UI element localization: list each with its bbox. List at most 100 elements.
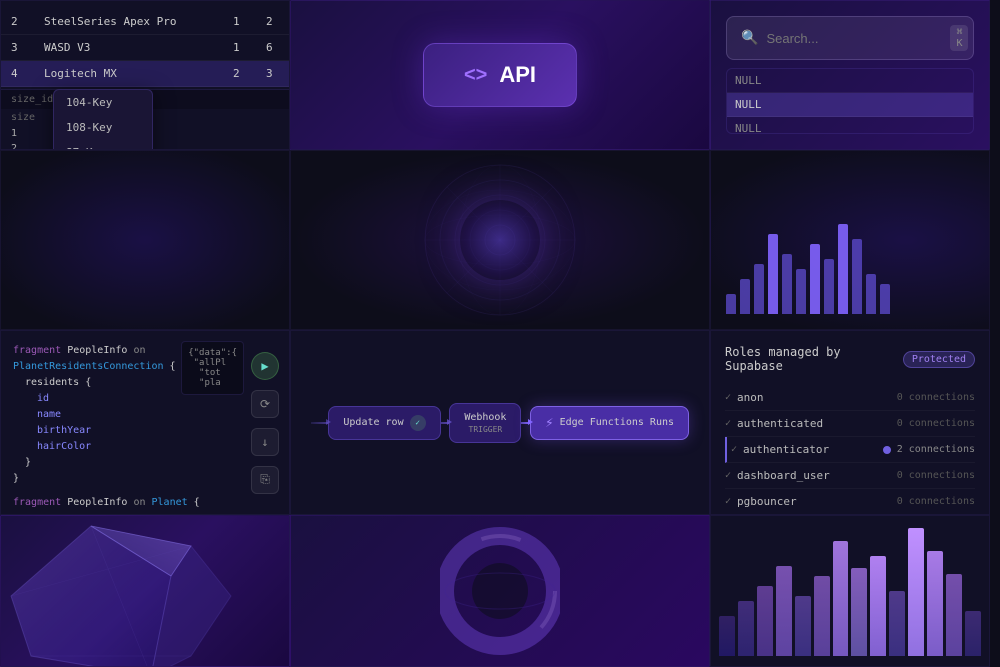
large-bar-4 [776,566,792,656]
role-row-authenticated[interactable]: ✓ authenticated 0 connections [725,411,975,437]
node-badge-check: ✓ [410,415,426,431]
role-check-authenticated: ✓ [725,418,731,429]
chart-bar-8 [824,259,834,314]
role-dot-authenticator [883,446,891,454]
code-line-7: } [13,455,227,471]
large-bar-1 [719,616,735,656]
null-table: NULL NULL NULL NULL... [726,68,974,134]
table-row[interactable]: 3 WASD V3 1 6 [1,35,289,61]
keyboard-table: 2 SteelSeries Apex Pro 1 2 3 WASD V3 1 6… [1,9,289,87]
large-bar-13 [946,574,962,656]
null-row-highlight: NULL [727,93,973,117]
dropdown-item-87[interactable]: 87-Key [54,140,152,150]
role-connections-anon: 0 connections [897,392,975,403]
role-name-authenticated: authenticated [737,417,823,430]
torus-svg [440,521,560,661]
roles-title: Roles managed by Supabase [725,345,893,373]
table-cell: 2 SteelSeries Apex Pro 1 2 3 WASD V3 1 6… [0,0,290,150]
chart-bar-9 [838,224,848,314]
pipeline-node-edge-label: Edge Functions Runs [560,417,674,428]
code-line-9: fragment PeopleInfo on Planet { [13,495,227,511]
bar-chart-cell [710,150,990,330]
pipeline-node-update[interactable]: Update row ✓ [328,406,440,440]
role-connections-authenticated: 0 connections [897,418,975,429]
role-row-anon[interactable]: ✓ anon 0 connections [725,385,975,411]
chart-bar-7 [810,244,820,314]
role-connections-pgbouncer: 0 connections [897,496,975,507]
large-bar-5 [795,596,811,656]
large-bar-7 [833,541,849,656]
sphere-container [420,160,580,320]
search-bar[interactable]: 🔍 ⌘ K [726,16,974,60]
code-toolbar: ▶ ⟳ ↓ ⎘ [251,352,279,494]
code-line-4: name [13,407,227,423]
role-check-anon: ✓ [725,392,731,403]
role-row-pgbouncer[interactable]: ✓ pgbouncer 0 connections [725,489,975,514]
arrow-0 [326,419,331,425]
pipeline-node-webhook[interactable]: Webhook TRIGGER [449,403,521,443]
role-connections-authenticator: 2 connections [897,444,975,455]
chart-bar-6 [796,269,806,314]
chart-bar-5 [782,254,792,314]
role-check-dashboard: ✓ [725,470,731,481]
pipeline-line-1 [441,422,450,424]
code-tool-btn-3[interactable]: ⎘ [251,466,279,494]
sphere-cell [290,150,710,330]
gradient-cell-left [0,150,290,330]
torus-cell [290,515,710,667]
role-connections-dashboard: 0 connections [897,470,975,481]
crystal-svg [0,516,251,667]
role-name-authenticator: authenticator [743,443,829,456]
role-name-anon: anon [737,391,764,404]
code-output: {"data":{ "allPl "tot "pla [181,341,244,395]
pipeline-node-update-label: Update row [343,417,403,428]
dropdown-item-104[interactable]: 104-Key [54,90,152,115]
large-bar-14 [965,611,981,656]
large-bar-chart [719,526,981,656]
code-tool-btn-2[interactable]: ↓ [251,428,279,456]
search-kbd: ⌘ K [950,25,968,51]
search-null-cell: 🔍 ⌘ K NULL NULL NULL NULL... [710,0,990,150]
null-row: NULL [727,117,973,135]
large-bar-8 [851,568,867,656]
chart-bar-11 [866,274,876,314]
main-grid: 2 SteelSeries Apex Pro 1 2 3 WASD V3 1 6… [0,0,1000,667]
role-row-authenticator[interactable]: ✓ authenticator 2 connections [725,437,975,463]
role-check-pgbouncer: ✓ [725,496,731,507]
pipeline-node-trigger-label: TRIGGER [469,425,503,434]
role-row-dashboard-user[interactable]: ✓ dashboard_user 0 connections [725,463,975,489]
pipeline-flow: Update row ✓ Webhook TRIGGER ⚡ Edge Func… [311,403,689,443]
large-bar-12 [927,551,943,656]
large-bar-10 [889,591,905,656]
large-bar-9 [870,556,886,656]
chart-bar-2 [740,279,750,314]
code-tool-btn-1[interactable]: ⟳ [251,390,279,418]
roles-badge: Protected [903,351,975,368]
large-bar-2 [738,601,754,656]
search-input[interactable] [766,31,942,46]
api-code-icon: <> [464,64,487,87]
dropdown-item-108[interactable]: 108-Key [54,115,152,140]
chart-bar-10 [852,239,862,314]
large-bar-3 [757,586,773,656]
api-label: API [499,62,536,88]
arrow-2 [528,419,533,425]
sphere-glow [460,200,540,280]
large-bar-11 [908,528,924,656]
crystal-cell [0,515,290,667]
table-row-selected[interactable]: 4 Logitech MX 2 3 [1,61,289,87]
code-line-5: birthYear [13,423,227,439]
size-dropdown[interactable]: 104-Key 108-Key 87-Key 88-Key [53,89,153,150]
code-editor-cell[interactable]: fragment PeopleInfo on PlanetResidentsCo… [0,330,290,515]
pipeline-node-edge-functions[interactable]: ⚡ Edge Functions Runs [530,406,689,440]
role-name-dashboard: dashboard_user [737,469,830,482]
table-row[interactable]: 2 SteelSeries Apex Pro 1 2 [1,9,289,35]
pipeline-line-2 [521,422,530,424]
role-check-authenticator: ✓ [731,444,737,455]
large-bar-chart-cell [710,515,990,667]
roles-header: Roles managed by Supabase Protected [725,345,975,373]
chart-bar-1 [726,294,736,314]
role-name-pgbouncer: pgbouncer [737,495,797,508]
code-play-button[interactable]: ▶ [251,352,279,380]
api-button[interactable]: <> API [423,43,577,107]
